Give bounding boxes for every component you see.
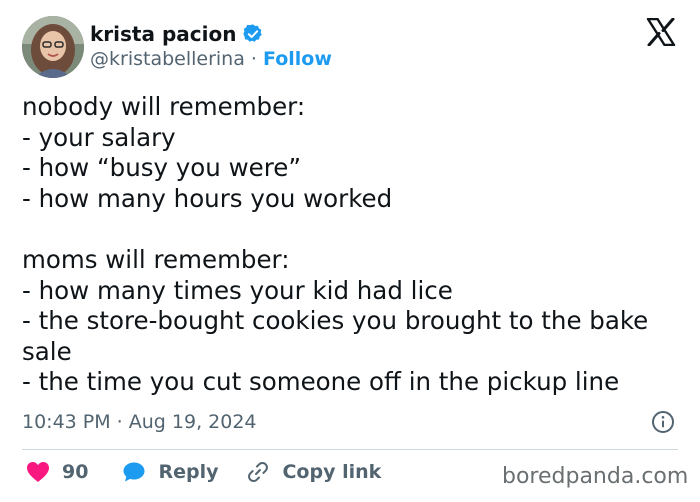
speech-bubble-icon [123, 462, 145, 482]
x-logo-icon[interactable] [646, 18, 676, 46]
tweet-card: krista pacion @kristabellerina · Follow … [0, 0, 700, 502]
author-handle[interactable]: @kristabellerina [90, 48, 245, 70]
tweet-line: moms will remember: [22, 244, 290, 274]
tweet-line: - how many times your kid had lice [22, 275, 453, 305]
divider [22, 449, 678, 450]
link-icon [248, 461, 269, 483]
tweet-timestamp[interactable]: 10:43 PM · Aug 19, 2024 [22, 411, 257, 433]
reply-label: Reply [158, 461, 219, 483]
like-count: 90 [62, 461, 89, 483]
author-display-name[interactable]: krista pacion [90, 22, 236, 46]
follow-button[interactable]: Follow [263, 48, 332, 70]
author-name-row: krista pacion [90, 22, 264, 46]
heart-icon [27, 462, 49, 482]
watermark-text: boredpanda.com [502, 464, 689, 489]
copy-link-button[interactable]: Copy link [246, 460, 381, 484]
copy-link-label: Copy link [282, 461, 382, 483]
tweet-line: - how many hours you worked [22, 183, 393, 213]
verified-badge-icon [243, 24, 263, 42]
tweet-line: - the time you cut someone off in the pi… [22, 367, 620, 397]
info-icon[interactable] [651, 410, 675, 434]
reply-button[interactable]: Reply [122, 461, 246, 483]
avatar[interactable] [22, 16, 84, 78]
tweet-line: nobody will remember: [22, 92, 306, 121]
author-handle-row: @kristabellerina · Follow [90, 48, 332, 70]
handle-separator: · [250, 48, 257, 70]
tweet-line: - how “busy you were” [22, 153, 302, 183]
like-button[interactable]: 90 [26, 461, 122, 483]
action-bar: 90 Reply Copy link [26, 460, 381, 484]
tweet-line: - the store-bought cookies you brought t… [22, 306, 649, 366]
tweet-text: nobody will remember: - your salary - ho… [22, 92, 682, 398]
tweet-line: - your salary [22, 122, 176, 152]
